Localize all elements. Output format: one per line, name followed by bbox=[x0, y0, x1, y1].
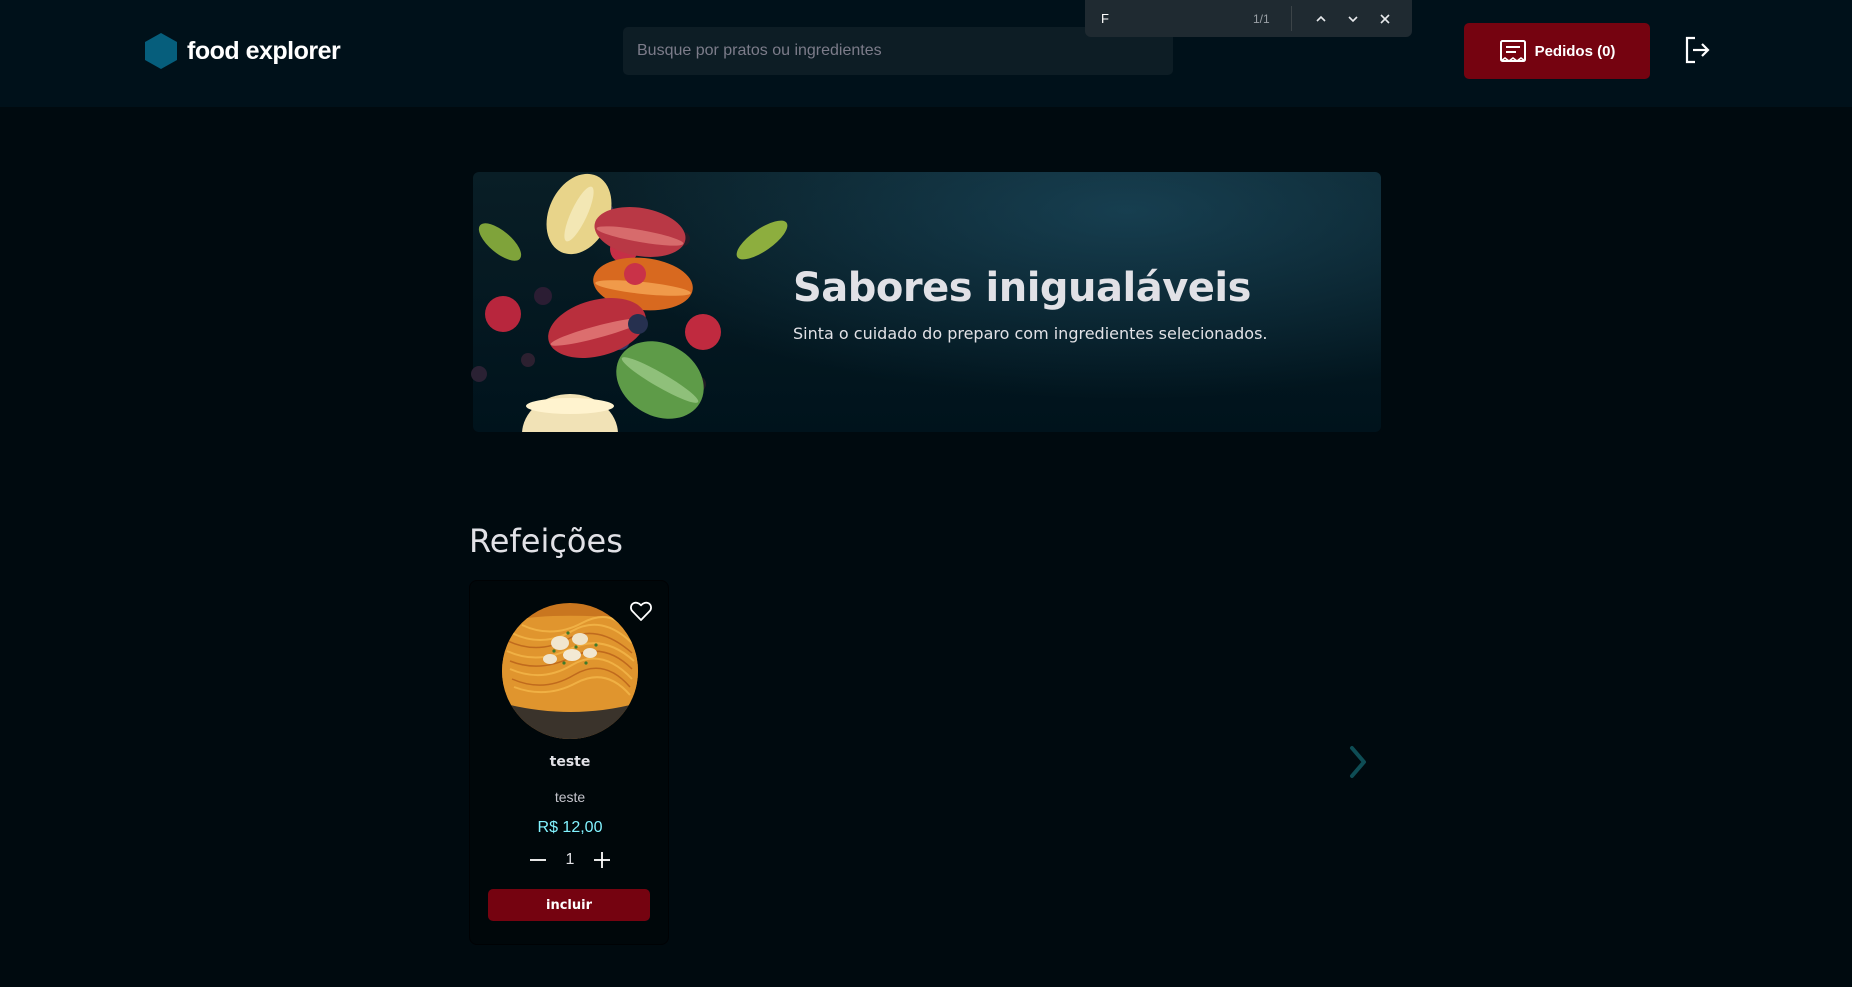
find-bar: 1/1 bbox=[1085, 0, 1412, 37]
include-button[interactable]: incluir bbox=[488, 889, 650, 921]
carousel-next-button[interactable] bbox=[1344, 742, 1372, 782]
search-input[interactable] bbox=[637, 42, 1159, 60]
dish-card[interactable]: teste teste R$ 12,00 1 incluir bbox=[469, 580, 669, 945]
app-header: food explorer Pedidos (0) bbox=[0, 0, 1852, 107]
minus-icon bbox=[530, 859, 546, 861]
close-icon bbox=[1380, 13, 1390, 24]
increase-button[interactable] bbox=[591, 849, 613, 871]
find-match-count: 1/1 bbox=[1253, 11, 1270, 26]
quantity-value: 1 bbox=[565, 851, 575, 868]
find-input[interactable] bbox=[1101, 11, 1251, 26]
logo[interactable]: food explorer bbox=[145, 33, 341, 69]
hero-banner: Sabores inigualáveis Sinta o cuidado do … bbox=[471, 172, 1381, 432]
find-next-button[interactable] bbox=[1340, 6, 1366, 32]
section-title-meals: Refeições bbox=[469, 522, 623, 560]
heart-outline-icon[interactable] bbox=[629, 599, 653, 623]
chevron-down-icon bbox=[1348, 15, 1358, 22]
orders-label: Pedidos (0) bbox=[1534, 42, 1616, 60]
find-previous-button[interactable] bbox=[1308, 6, 1334, 32]
chevron-right-icon bbox=[1350, 746, 1366, 778]
chevron-up-icon bbox=[1316, 15, 1326, 22]
hexagon-logo-icon bbox=[145, 33, 177, 69]
dish-image[interactable] bbox=[502, 603, 638, 739]
dish-price: R$ 12,00 bbox=[537, 819, 603, 836]
dish-name[interactable]: teste bbox=[470, 754, 670, 770]
logo-text: food explorer bbox=[187, 36, 341, 65]
dish-description: teste bbox=[554, 789, 586, 805]
decrease-button[interactable] bbox=[527, 849, 549, 871]
quantity-stepper: 1 bbox=[470, 849, 670, 871]
banner-subtitle: Sinta o cuidado do preparo com ingredien… bbox=[793, 324, 1268, 343]
banner-title: Sabores inigualáveis bbox=[793, 265, 1251, 311]
receipt-icon bbox=[1499, 40, 1526, 62]
plus-icon bbox=[594, 852, 610, 868]
macarons-illustration bbox=[471, 173, 788, 432]
orders-button[interactable]: Pedidos (0) bbox=[1464, 23, 1650, 79]
dish-photo bbox=[502, 603, 638, 739]
find-close-button[interactable] bbox=[1372, 6, 1398, 32]
sign-out-icon[interactable] bbox=[1684, 36, 1710, 64]
find-divider bbox=[1291, 6, 1292, 31]
